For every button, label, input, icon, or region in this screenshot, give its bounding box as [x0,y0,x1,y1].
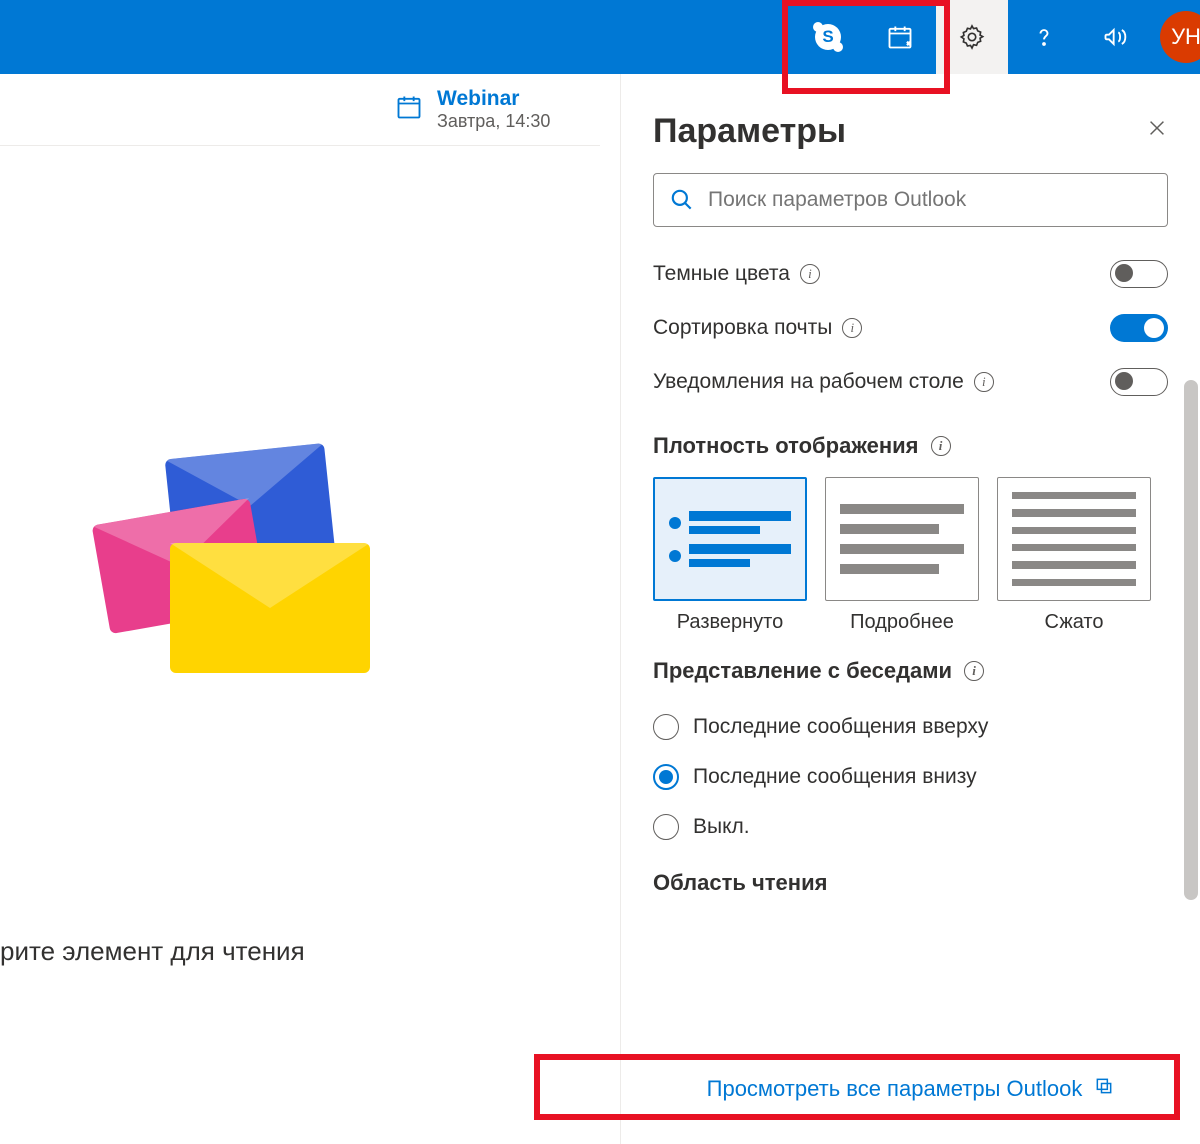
focused-inbox-toggle[interactable] [1110,314,1168,342]
reading-pane-empty: рите элемент для чтения [0,146,600,1096]
reading-area-title-partial: Область чтения [653,870,1168,896]
info-icon[interactable]: i [931,436,951,456]
empty-state-text: рите элемент для чтения [0,936,305,967]
info-icon[interactable]: i [842,318,862,338]
setting-desktop-notifications: Уведомления на рабочем столе i [653,355,1168,409]
event-time: Завтра, 14:30 [437,111,550,132]
upcoming-event[interactable]: Webinar Завтра, 14:30 [0,74,600,146]
dark-mode-toggle[interactable] [1110,260,1168,288]
calendar-plus-icon [886,23,914,51]
density-options: Развернуто Подробнее Сжато [653,477,1168,634]
settings-search [653,173,1168,227]
empty-state-illustration [70,451,370,671]
skype-button[interactable]: S [792,0,864,74]
avatar[interactable]: УН [1160,11,1200,63]
setting-dark-mode: Темные цвета i [653,247,1168,301]
search-input[interactable] [653,173,1168,227]
radio-label: Выкл. [693,815,750,839]
density-label: Подробнее [825,611,979,634]
event-text: Webinar Завтра, 14:30 [437,87,550,132]
density-label: Сжато [997,611,1151,634]
megaphone-icon [1102,23,1130,51]
info-icon[interactable]: i [964,661,984,681]
setting-label: Сортировка почты [653,316,832,340]
skype-icon: S [815,24,841,50]
view-all-label: Просмотреть все параметры Outlook [707,1076,1083,1102]
announcements-button[interactable] [1080,0,1152,74]
conversation-section-title: Представление с беседами i [653,658,1168,684]
desktop-notif-toggle[interactable] [1110,368,1168,396]
top-bar: S УН [0,0,1200,74]
setting-label: Уведомления на рабочем столе [653,370,964,394]
setting-label: Темные цвета [653,262,790,286]
scrollbar-thumb[interactable] [1184,380,1198,900]
close-icon [1146,117,1168,139]
density-section-title: Плотность отображения i [653,433,1168,459]
info-icon[interactable]: i [974,372,994,392]
panel-title: Параметры [653,112,846,151]
density-option-compact[interactable]: Сжато [997,477,1151,634]
settings-button[interactable] [936,0,1008,74]
info-icon[interactable]: i [800,264,820,284]
setting-focused-inbox: Сортировка почты i [653,301,1168,355]
gear-icon [958,23,986,51]
close-button[interactable] [1146,117,1168,146]
conversation-option-off[interactable]: Выкл. [653,802,1168,852]
avatar-initials: УН [1171,24,1200,50]
radio-label: Последние сообщения вверху [693,715,988,739]
view-all-settings-link[interactable]: Просмотреть все параметры Outlook [645,1076,1176,1102]
settings-panel: Параметры Темные цвета i Сортировка почт… [620,74,1200,1144]
popout-icon [1094,1076,1114,1102]
density-option-full[interactable]: Развернуто [653,477,807,634]
question-icon [1030,23,1058,51]
density-option-medium[interactable]: Подробнее [825,477,979,634]
density-label: Развернуто [653,611,807,634]
calendar-quick-button[interactable] [864,0,936,74]
search-icon [669,187,695,218]
conversation-option-newest-bottom[interactable]: Последние сообщения внизу [653,752,1168,802]
radio-label: Последние сообщения внизу [693,765,977,789]
calendar-icon [395,93,423,126]
event-title: Webinar [437,87,550,111]
conversation-option-newest-top[interactable]: Последние сообщения вверху [653,702,1168,752]
help-button[interactable] [1008,0,1080,74]
